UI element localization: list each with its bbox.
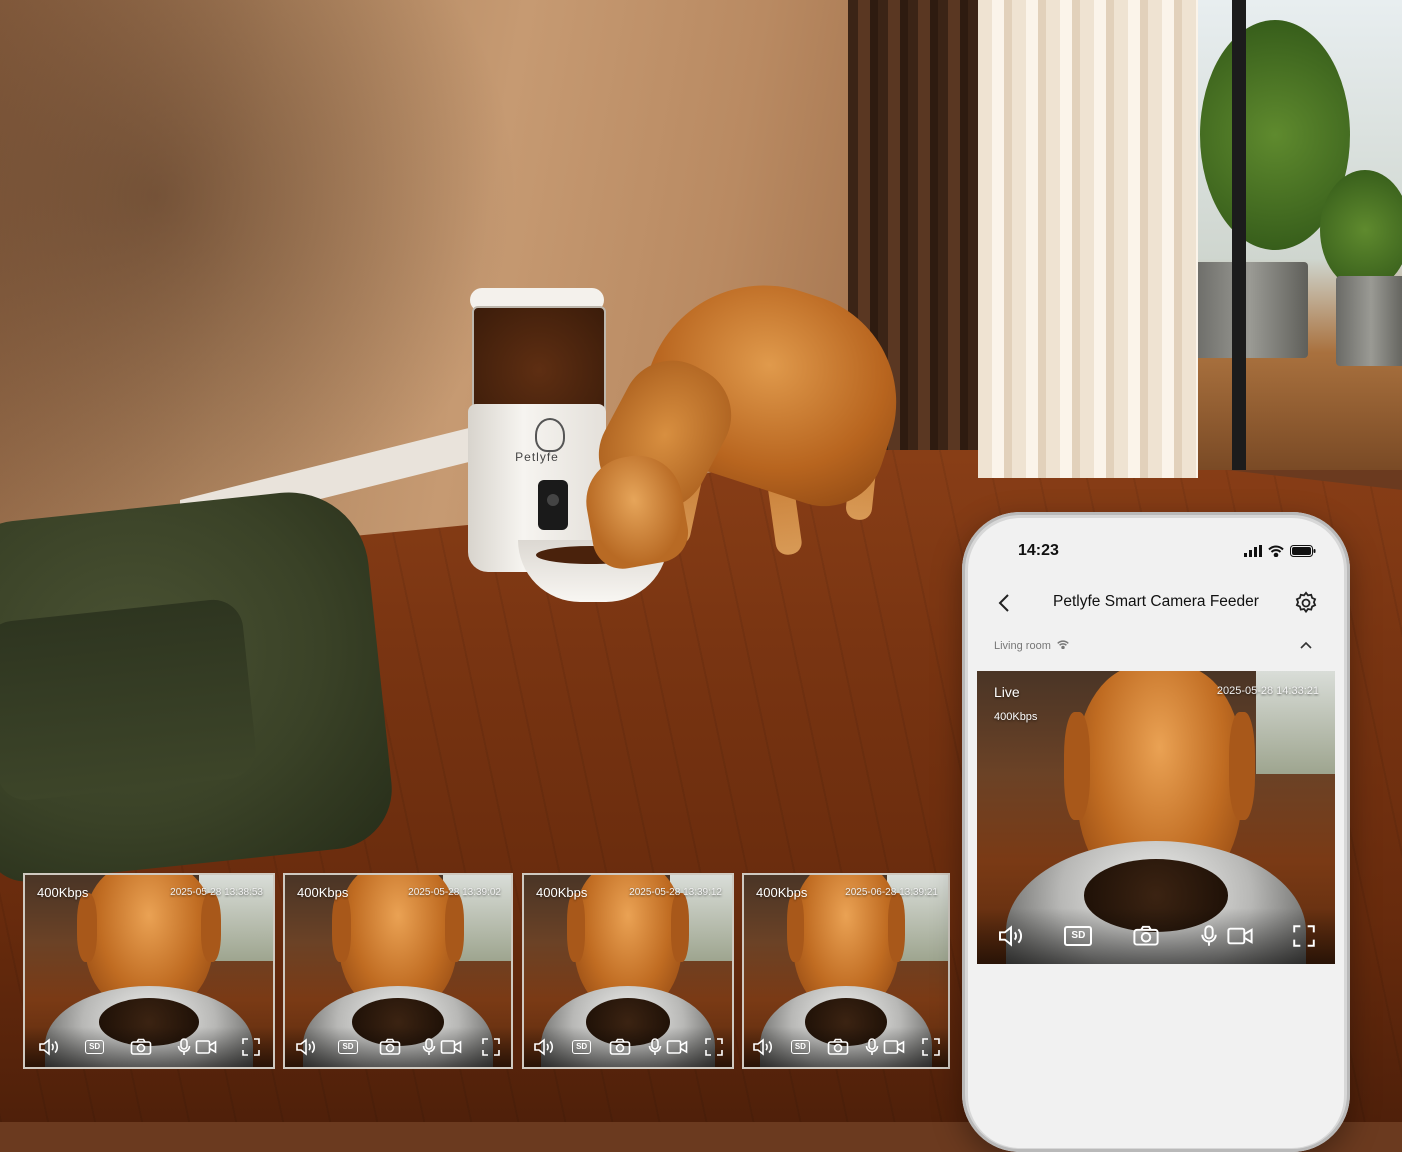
microphone-icon[interactable] (177, 1038, 191, 1056)
battery-icon (1290, 544, 1316, 562)
feeder-camera (538, 480, 568, 530)
camera-snapshot[interactable]: 400Kbps 2025-05-28 13:39:02 SD (283, 873, 513, 1069)
timestamp-label: 2025-05-28 13:39:12 (629, 887, 722, 898)
location-row: Living room (994, 640, 1069, 652)
camera-controls: SD (744, 1027, 948, 1067)
video-record-icon[interactable] (1226, 925, 1254, 947)
fullscreen-icon[interactable] (1293, 925, 1315, 947)
status-time: 14:23 (1018, 542, 1059, 559)
collapse-button[interactable] (1298, 638, 1314, 654)
video-record-icon[interactable] (440, 1038, 462, 1056)
plant-pot (1192, 262, 1308, 358)
bitrate-label: 400Kbps (297, 885, 349, 900)
camera-snapshot[interactable]: 400Kbps 2025-06-28 13:39:21 SD (742, 873, 950, 1069)
sd-quality-button[interactable]: SD (572, 1040, 592, 1054)
feeder-logo (535, 418, 565, 452)
timestamp-label: 2025-05-28 13:38:53 (170, 887, 263, 898)
fullscreen-icon[interactable] (921, 1038, 940, 1056)
live-camera-view[interactable]: Live 400Kbps 2025-05-28 14:33:21 SD (977, 671, 1335, 964)
video-record-icon[interactable] (883, 1038, 905, 1056)
video-record-icon[interactable] (195, 1038, 217, 1056)
sd-quality-button[interactable]: SD (790, 1040, 810, 1054)
camera-snapshot[interactable]: 400Kbps 2025-05-28 13:39:12 SD (522, 873, 734, 1069)
camera-icon[interactable] (379, 1038, 401, 1056)
sd-quality-button[interactable]: SD (85, 1040, 105, 1054)
signal-icon (1244, 544, 1262, 562)
microphone-video-group (422, 1038, 462, 1056)
speaker-icon[interactable] (295, 1038, 317, 1056)
camera-icon[interactable] (609, 1038, 631, 1056)
microphone-icon[interactable] (648, 1038, 662, 1056)
fullscreen-icon[interactable] (482, 1038, 501, 1056)
sd-quality-button[interactable]: SD (338, 1040, 358, 1054)
camera-icon[interactable] (130, 1038, 152, 1056)
status-icons (1244, 544, 1316, 562)
phone-screen: 14:23 Petlyfe Smart Camera Feeder Living… (968, 518, 1344, 1148)
bitrate-label: 400Kbps (994, 711, 1038, 723)
dog-bed-cushion (0, 596, 259, 804)
speaker-icon[interactable] (38, 1038, 60, 1056)
feeder-brand: Petlyfe (515, 450, 559, 464)
sd-quality-button[interactable]: SD (1064, 926, 1093, 946)
camera-snapshot[interactable]: 400Kbps 2025-05-28 13:38:53 SD (23, 873, 275, 1069)
timestamp-label: 2025-05-28 14:33:21 (1216, 685, 1319, 697)
camera-controls: SD (524, 1027, 732, 1067)
location-label: Living room (994, 640, 1051, 652)
plant-small (1320, 170, 1402, 290)
microphone-icon[interactable] (422, 1038, 436, 1056)
plant-pot-small (1336, 276, 1402, 366)
bitrate-label: 400Kbps (37, 885, 89, 900)
speaker-icon[interactable] (997, 925, 1025, 947)
gear-icon (1295, 591, 1317, 614)
camera-controls: SD (285, 1027, 511, 1067)
camera-icon[interactable] (827, 1038, 849, 1056)
camera-icon[interactable] (1132, 925, 1160, 947)
speaker-icon[interactable] (533, 1038, 555, 1056)
bitrate-label: 400Kbps (536, 885, 588, 900)
nav-bar: Petlyfe Smart Camera Feeder (968, 588, 1344, 618)
feeder-food-hopper (472, 306, 606, 414)
camera-controls: SD (977, 908, 1335, 964)
fullscreen-icon[interactable] (242, 1038, 261, 1056)
microphone-icon[interactable] (865, 1038, 879, 1056)
video-record-icon[interactable] (666, 1038, 688, 1056)
leaf-shadow (0, 0, 520, 560)
microphone-video-group (1200, 925, 1254, 947)
microphone-video-group (177, 1038, 217, 1056)
page-title: Petlyfe Smart Camera Feeder (1053, 593, 1259, 610)
timestamp-label: 2025-05-28 13:39:02 (408, 887, 501, 898)
wifi-icon (1057, 640, 1069, 652)
wifi-icon (1268, 544, 1284, 562)
microphone-video-group (865, 1038, 905, 1056)
settings-button[interactable] (1294, 591, 1318, 615)
window-frame-center (1232, 0, 1246, 470)
fullscreen-icon[interactable] (705, 1038, 724, 1056)
timestamp-label: 2025-06-28 13:39:21 (845, 887, 938, 898)
bitrate-label: 400Kbps (756, 885, 808, 900)
sheer-curtain (978, 0, 1198, 478)
microphone-video-group (648, 1038, 688, 1056)
speaker-icon[interactable] (752, 1038, 774, 1056)
chevron-up-icon (1300, 641, 1312, 649)
microphone-icon[interactable] (1200, 925, 1218, 947)
live-label: Live (994, 684, 1020, 700)
camera-controls: SD (25, 1027, 273, 1067)
